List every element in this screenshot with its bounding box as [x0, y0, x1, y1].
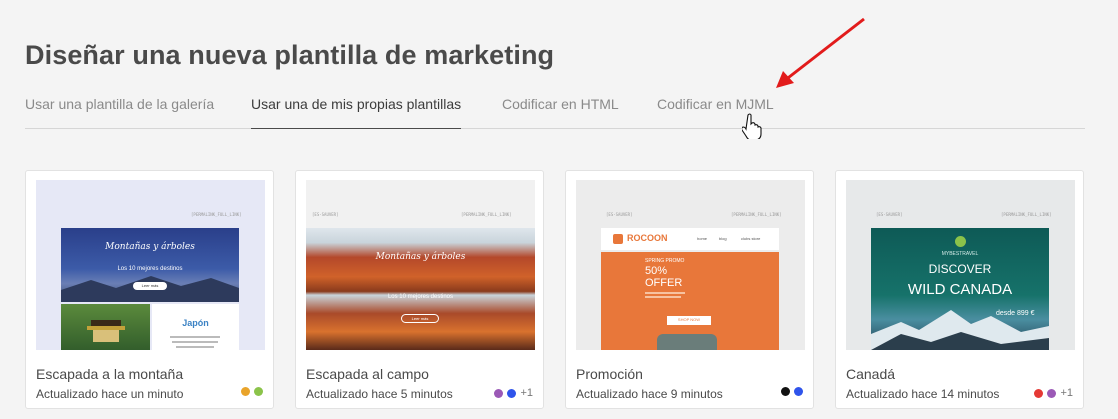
preview-subheading: WILD CANADA	[907, 281, 1013, 298]
preview-heading: DISCOVER	[928, 262, 992, 276]
template-updated: Actualizado hace 9 minutos	[576, 387, 723, 401]
mountain-icon	[871, 310, 1049, 350]
preview-product-image	[657, 334, 717, 350]
template-card-canada[interactable]: [ES-SAUVER] [PERMALINK_FULL_LINK] MYBEST…	[835, 170, 1084, 409]
color-swatches	[781, 387, 803, 396]
preview-hero-image: Montañas y árboles Los 10 mejores destin…	[61, 228, 239, 302]
preview-promo-percent: 50%	[645, 265, 668, 277]
preview-side-title: Japón	[182, 318, 209, 328]
color-dot	[494, 388, 504, 398]
tab-my-templates[interactable]: Usar una de mis propias plantillas	[251, 96, 462, 129]
color-dot	[254, 387, 263, 396]
preview-subheading: Los 10 mejores destinos	[387, 294, 454, 300]
preview-tag: [PERMALINK_FULL_LINK]	[1001, 212, 1052, 217]
preview-temple-image	[61, 304, 150, 350]
preview-tag: [PERMALINK_FULL_LINK]	[731, 212, 782, 217]
preview-hero-image: Montañas y árboles Los 10 mejores destin…	[306, 228, 535, 350]
template-preview: [ES-SAUVER] [PERMALINK_FULL_LINK] Montañ…	[306, 180, 535, 350]
preview-brand: MYBESTRAVEL	[941, 251, 979, 257]
color-swatches: +1	[1034, 387, 1073, 399]
template-name: Escapada al campo	[306, 366, 429, 382]
color-dot	[1034, 388, 1044, 398]
preview-hero-image: MYBESTRAVEL DISCOVER WILD CANADA desde 8…	[871, 228, 1049, 350]
page-title: Diseñar una nueva plantilla de marketing	[25, 40, 555, 70]
template-name: Promoción	[576, 366, 643, 382]
color-dot	[1047, 388, 1057, 398]
preview-brand: ROCOON	[627, 233, 668, 243]
preview-heading: Montañas y árboles	[375, 252, 466, 262]
globe-icon	[955, 236, 966, 247]
preview-button: SHOP NOW	[667, 316, 711, 325]
color-dot	[241, 387, 250, 396]
hand-cursor-icon	[742, 113, 762, 139]
preview-side-panel: Japón	[152, 304, 239, 350]
fox-logo-icon	[613, 234, 623, 244]
template-updated: Actualizado hace 5 minutos	[306, 387, 453, 401]
preview-heading: Montañas y árboles	[105, 242, 195, 252]
color-swatches	[241, 387, 263, 396]
template-card-escapada-campo[interactable]: [ES-SAUVER] [PERMALINK_FULL_LINK] Montañ…	[295, 170, 544, 409]
template-preview: [ES-SAUVER] [PERMALINK_FULL_LINK] ROCOON…	[576, 180, 805, 350]
more-colors-count: +1	[520, 387, 533, 399]
color-swatches: +1	[494, 387, 533, 399]
preview-button: Leer más	[401, 314, 439, 323]
preview-button: Leer más	[133, 282, 167, 290]
preview-subheading: Los 10 mejores destinos	[117, 266, 183, 272]
template-updated: Actualizado hace un minuto	[36, 387, 184, 401]
preview-nav-item: home	[697, 236, 708, 241]
preview-nav-item: clubs store	[741, 236, 761, 241]
preview-promo-offer: OFFER	[645, 277, 683, 289]
template-chooser-page: Diseñar una nueva plantilla de marketing…	[0, 0, 1118, 419]
color-dot	[781, 387, 790, 396]
template-name: Escapada a la montaña	[36, 366, 184, 382]
template-preview: [ES-SAUVER] [PERMALINK_FULL_LINK] MYBEST…	[846, 180, 1075, 350]
tab-code-html[interactable]: Codificar en HTML	[502, 96, 619, 129]
color-dot	[507, 388, 517, 398]
annotation-arrow-icon	[776, 17, 865, 88]
preview-navbar: ROCOON home blog clubs store	[601, 228, 779, 250]
template-preview: [PERMALINK_FULL_LINK] Montañas y árboles…	[36, 180, 265, 350]
tab-bar: Usar una plantilla de la galería Usar un…	[25, 96, 1085, 129]
template-card-escapada-montana[interactable]: [PERMALINK_FULL_LINK] Montañas y árboles…	[25, 170, 274, 409]
preview-promo-block: SPRING PROMO 50% OFFER SHOP NOW	[601, 252, 779, 350]
more-colors-count: +1	[1060, 387, 1073, 399]
preview-tag: [ES-SAUVER]	[876, 212, 903, 217]
preview-tag: [PERMALINK_FULL_LINK]	[461, 212, 512, 217]
preview-tag: [PERMALINK_FULL_LINK]	[191, 212, 242, 217]
preview-tag: [ES-SAUVER]	[606, 212, 633, 217]
preview-tag: [ES-SAUVER]	[312, 212, 339, 217]
tab-gallery-template[interactable]: Usar una plantilla de la galería	[25, 96, 214, 129]
template-name: Canadá	[846, 366, 896, 382]
color-dot	[794, 387, 803, 396]
preview-promo-small: SPRING PROMO	[645, 258, 685, 264]
template-card-promocion[interactable]: [ES-SAUVER] [PERMALINK_FULL_LINK] ROCOON…	[565, 170, 814, 409]
template-updated: Actualizado hace 14 minutos	[846, 387, 1000, 401]
preview-nav-item: blog	[719, 236, 727, 241]
